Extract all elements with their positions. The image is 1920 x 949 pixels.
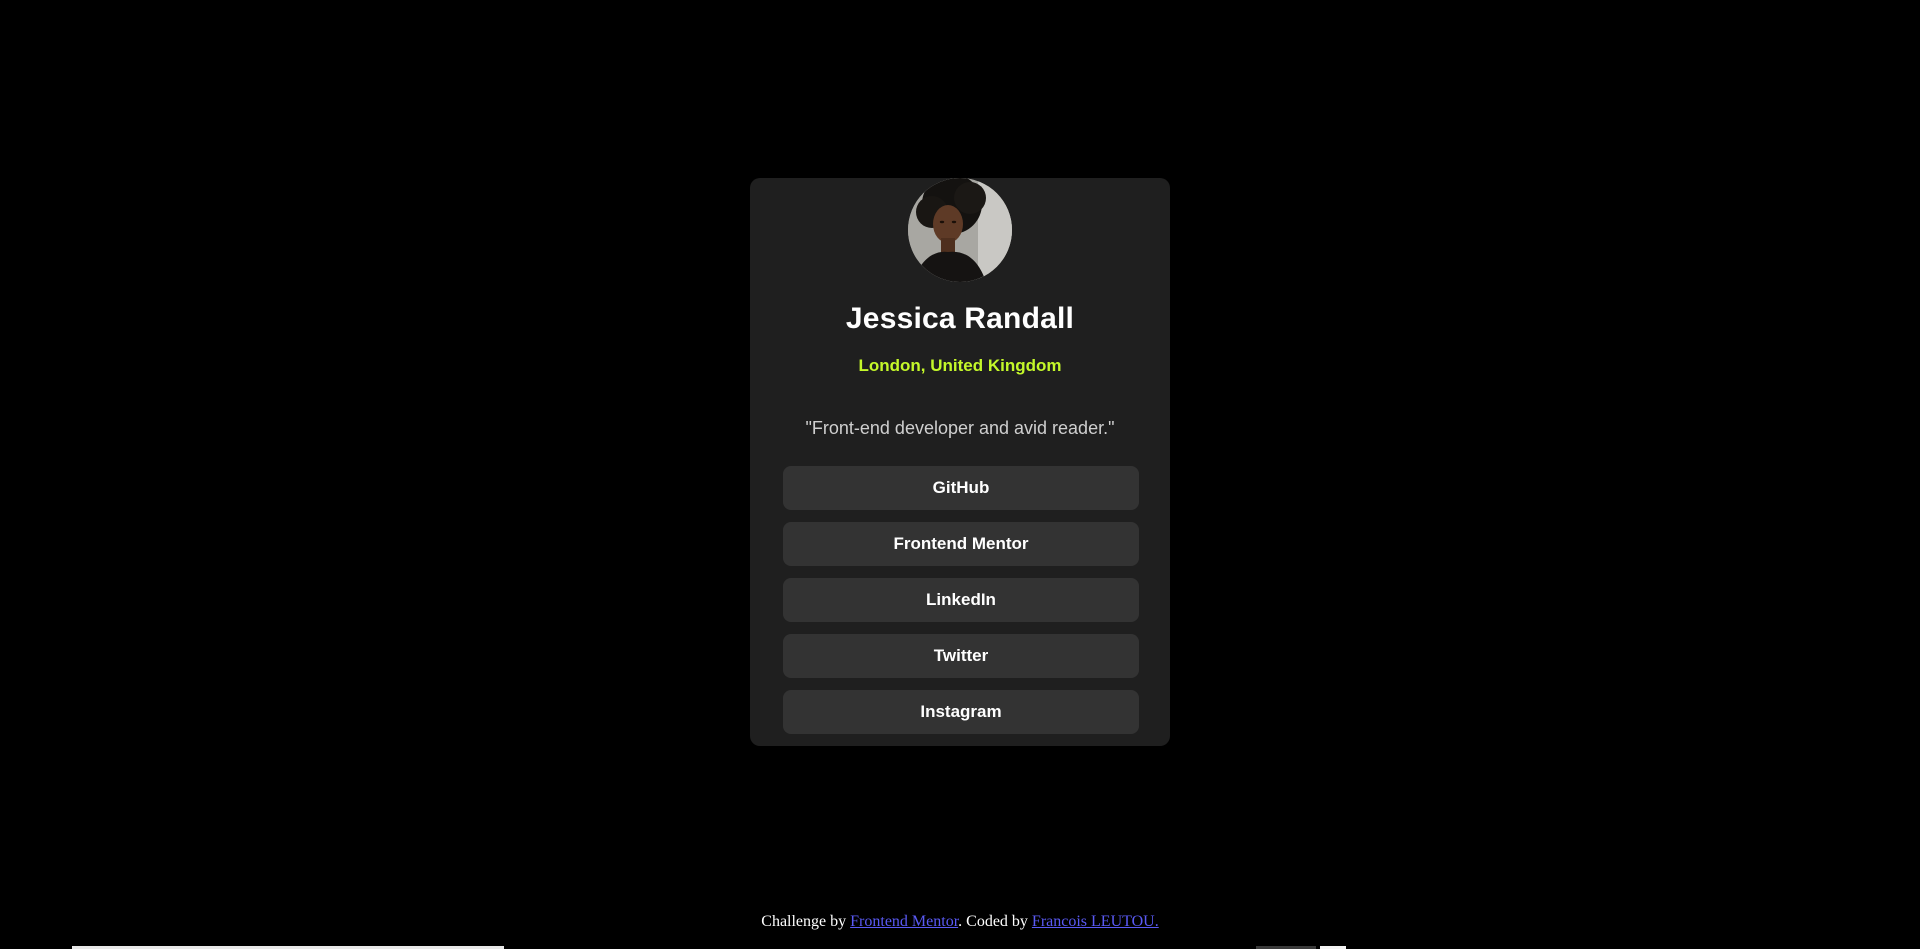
challenge-link[interactable]: Frontend Mentor xyxy=(850,913,958,930)
profile-bio: "Front-end developer and avid reader." xyxy=(805,418,1115,438)
footer-prefix: Challenge by xyxy=(761,913,851,930)
profile-name: Jessica Randall xyxy=(845,302,1075,335)
author-link[interactable]: Francois LEUTOU. xyxy=(1032,913,1159,930)
instagram-link-button[interactable]: Instagram xyxy=(783,690,1139,734)
github-link-button[interactable]: GitHub xyxy=(783,466,1139,510)
twitter-link-button[interactable]: Twitter xyxy=(783,634,1139,678)
profile-location: London, United Kingdom xyxy=(858,356,1062,375)
avatar-image xyxy=(908,178,1012,282)
social-links: GitHub Frontend Mentor LinkedIn Twitter … xyxy=(783,466,1139,746)
avatar xyxy=(908,178,1012,282)
linkedin-link-button[interactable]: LinkedIn xyxy=(783,578,1139,622)
footer-middle: . Coded by xyxy=(958,913,1032,930)
profile-card: Jessica Randall London, United Kingdom "… xyxy=(750,178,1170,746)
frontend-mentor-link-button[interactable]: Frontend Mentor xyxy=(783,522,1139,566)
attribution-footer: Challenge by Frontend Mentor. Coded by F… xyxy=(0,912,1920,932)
